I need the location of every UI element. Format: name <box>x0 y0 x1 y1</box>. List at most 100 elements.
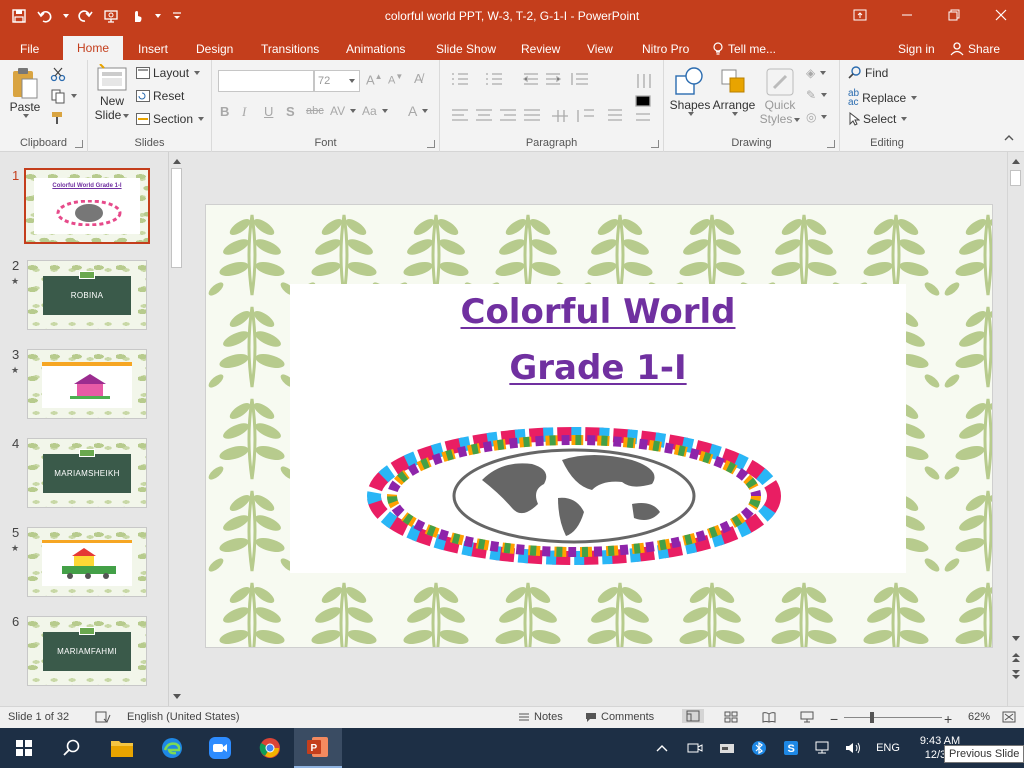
thumbnail-slide-5[interactable] <box>27 527 147 597</box>
zoom-slider-thumb[interactable] <box>870 712 874 723</box>
slide-sorter-button[interactable] <box>724 711 738 723</box>
zoom-slider[interactable] <box>844 712 942 723</box>
paragraph-launcher[interactable] <box>651 140 659 148</box>
copy-button[interactable] <box>50 88 77 104</box>
input-language-indicator[interactable]: ENG <box>870 728 906 768</box>
bold-button[interactable]: B <box>220 104 229 119</box>
tab-animations[interactable]: Animations <box>338 38 413 60</box>
thumbnail-slide-6[interactable]: MARIAMFAHMI <box>27 616 147 686</box>
find-button[interactable]: Find <box>848 66 888 80</box>
thumbnail-slide-2[interactable]: ROBINA <box>27 260 147 330</box>
format-painter-button[interactable] <box>50 110 66 126</box>
previous-slide-button[interactable] <box>1008 650 1024 664</box>
tab-view[interactable]: View <box>579 38 621 60</box>
volume-button[interactable] <box>842 728 866 768</box>
zoom-out-button[interactable]: − <box>830 711 838 727</box>
tab-insert[interactable]: Insert <box>130 38 176 60</box>
tab-slide-show[interactable]: Slide Show <box>428 38 504 60</box>
show-hidden-icons-button[interactable] <box>650 728 674 768</box>
minimize-button[interactable] <box>883 0 930 30</box>
tab-review[interactable]: Review <box>513 38 568 60</box>
clipboard-launcher[interactable] <box>75 140 83 148</box>
undo-dropdown[interactable] <box>60 5 70 27</box>
meet-now-button[interactable] <box>684 728 706 768</box>
increase-font-size-button[interactable]: A▲ <box>366 72 383 87</box>
chrome-browser-button[interactable] <box>246 728 294 768</box>
scroll-thumb[interactable] <box>1010 170 1021 186</box>
zoom-in-button[interactable]: + <box>944 711 952 727</box>
edge-browser-button[interactable] <box>148 728 196 768</box>
quick-styles-button[interactable]: Quick Styles <box>758 66 802 126</box>
zoom-level[interactable]: 62% <box>968 711 990 723</box>
bluetooth-button[interactable] <box>748 728 770 768</box>
fit-slide-button[interactable] <box>1002 711 1016 723</box>
start-button[interactable] <box>0 728 48 768</box>
language-indicator[interactable]: English (United States) <box>127 711 240 723</box>
clear-formatting-button[interactable]: A̸ <box>414 71 423 86</box>
close-button[interactable] <box>977 0 1024 30</box>
share-button[interactable]: Share <box>950 38 1000 60</box>
shape-fill-button[interactable]: ◈ <box>806 66 827 80</box>
network-button[interactable] <box>812 728 834 768</box>
thumbnail-slide-1[interactable]: Colorful World Grade 1-I <box>24 168 150 244</box>
tab-home[interactable]: Home <box>63 36 123 60</box>
change-case-button[interactable]: Aa <box>362 104 388 118</box>
spelling-check-button[interactable] <box>95 711 111 723</box>
cut-button[interactable] <box>50 66 66 82</box>
undo-button[interactable] <box>34 5 56 27</box>
next-slide-button[interactable] <box>1008 668 1024 682</box>
restore-button[interactable] <box>930 0 977 30</box>
slide-show-view-button[interactable] <box>800 711 814 723</box>
scroll-down-button[interactable] <box>169 690 185 704</box>
colorful-world-image[interactable] <box>362 420 786 570</box>
shape-effects-button[interactable]: ◎ <box>806 110 828 124</box>
start-from-beginning-button[interactable] <box>100 5 122 27</box>
shapes-button[interactable]: Shapes <box>668 66 712 116</box>
underline-button[interactable]: U <box>264 104 273 119</box>
slide-title-line-2[interactable]: Grade 1-I <box>290 348 906 388</box>
zoom-app-button[interactable] <box>196 728 244 768</box>
thumbnail-slide-3[interactable] <box>27 349 147 419</box>
tab-file[interactable]: File <box>12 38 47 60</box>
font-color-button[interactable]: A <box>408 103 429 119</box>
scroll-up-button[interactable] <box>1008 154 1024 168</box>
drawing-launcher[interactable] <box>827 140 835 148</box>
italic-button[interactable]: I <box>242 104 246 120</box>
replace-button[interactable]: ab ac Replace <box>848 89 918 108</box>
font-name-box[interactable] <box>218 70 314 92</box>
notes-button[interactable]: Notes <box>518 711 563 723</box>
normal-view-button[interactable] <box>682 709 704 723</box>
customize-qat-button[interactable] <box>166 5 188 27</box>
section-button[interactable]: Section <box>136 112 205 126</box>
tab-transitions[interactable]: Transitions <box>253 38 327 60</box>
shape-outline-button[interactable]: ✎ <box>806 88 828 102</box>
strikethrough-button[interactable]: abc <box>306 105 324 117</box>
comments-button[interactable]: Comments <box>585 711 654 723</box>
save-button[interactable] <box>8 5 30 27</box>
reading-view-button[interactable] <box>762 711 776 723</box>
search-button[interactable] <box>48 728 96 768</box>
scroll-thumb[interactable] <box>171 168 182 268</box>
tab-nitro-pro[interactable]: Nitro Pro <box>634 38 697 60</box>
font-launcher[interactable] <box>427 140 435 148</box>
slide-title-line-1[interactable]: Colorful World <box>290 292 906 332</box>
file-explorer-button[interactable] <box>98 728 146 768</box>
thumbnail-scrollbar[interactable] <box>168 152 184 706</box>
slide-content-box[interactable]: Colorful World Grade 1-I <box>290 284 906 573</box>
tell-me-box[interactable]: Tell me... <box>712 38 776 60</box>
redo-button[interactable] <box>74 5 96 27</box>
paste-button[interactable]: Paste <box>6 66 44 118</box>
arrange-button[interactable]: Arrange <box>712 66 756 116</box>
tab-design[interactable]: Design <box>188 38 241 60</box>
scroll-down-button[interactable] <box>1008 632 1024 646</box>
font-size-box[interactable]: 72 <box>314 70 360 92</box>
scroll-up-button[interactable] <box>169 154 185 168</box>
collapse-ribbon-button[interactable] <box>1004 134 1014 142</box>
powerpoint-taskbar-button[interactable]: P <box>294 728 342 768</box>
ribbon-display-options-button[interactable] <box>836 0 883 30</box>
layout-button[interactable]: Layout <box>136 66 201 80</box>
current-slide[interactable]: Colorful World Grade 1-I <box>205 204 993 648</box>
shadow-button[interactable]: S <box>286 104 295 119</box>
decrease-font-size-button[interactable]: A▼ <box>388 72 403 87</box>
drive-button[interactable] <box>716 728 738 768</box>
